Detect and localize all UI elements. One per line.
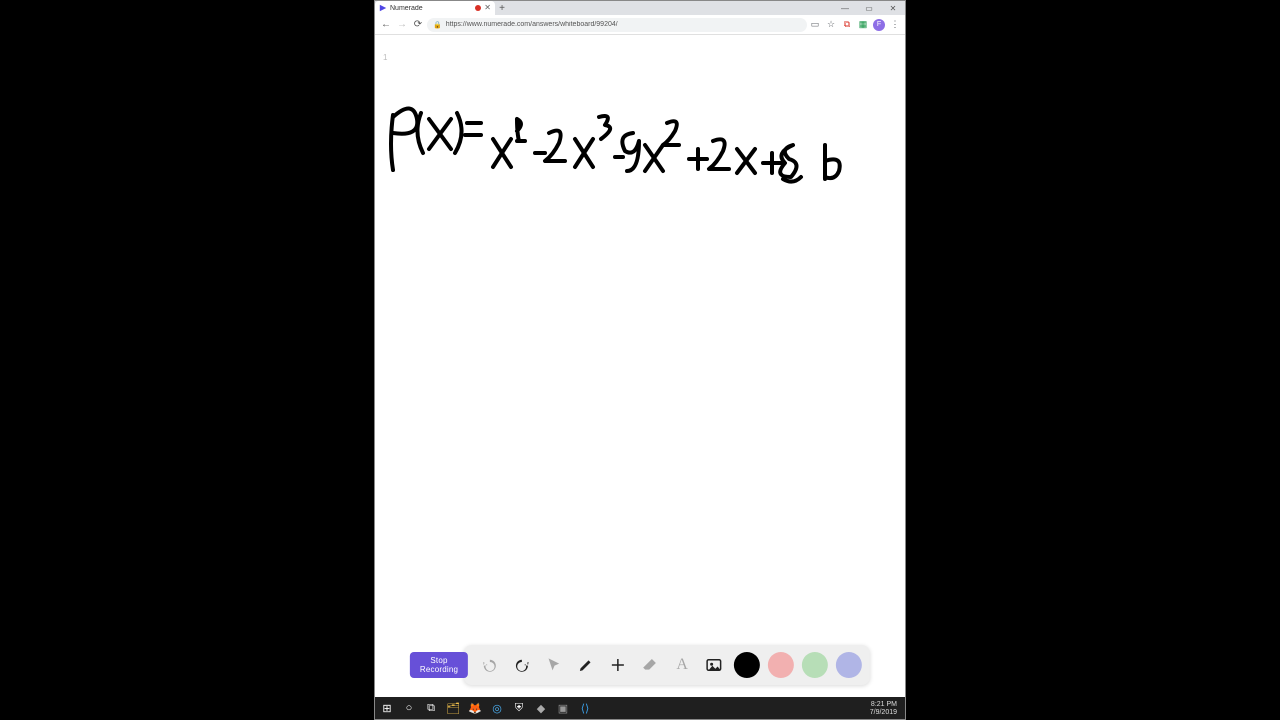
tray-date: 7/9/2019 xyxy=(870,709,897,716)
redo-button[interactable] xyxy=(510,653,534,677)
eraser-tool-icon[interactable] xyxy=(638,653,662,677)
color-swatch-blue[interactable] xyxy=(836,652,862,678)
browser-window: Numerade ✕ + — ▭ ✕ ← → ⟳ 🔒 https://www.n… xyxy=(374,0,906,720)
file-explorer-icon[interactable]: 🗂 xyxy=(445,700,461,716)
firefox-icon[interactable]: 🦊 xyxy=(467,700,483,716)
extension2-icon[interactable]: ▦ xyxy=(857,19,869,31)
whiteboard-toolbar-wrap: Stop Recording xyxy=(410,645,870,685)
pointer-tool-icon[interactable] xyxy=(542,653,566,677)
stop-recording-button[interactable]: Stop Recording xyxy=(410,652,468,678)
nav-back-button[interactable]: ← xyxy=(379,18,393,32)
address-bar-row: ← → ⟳ 🔒 https://www.numerade.com/answers… xyxy=(375,15,905,35)
tab-close-icon[interactable]: ✕ xyxy=(484,4,491,12)
pen-tool-icon[interactable] xyxy=(574,653,598,677)
window-controls: — ▭ ✕ xyxy=(833,1,905,15)
new-tab-button[interactable]: + xyxy=(495,1,509,15)
windows-taskbar: ⊞ ○ ⧉ 🗂 🦊 ◎ ⛨ ◆ ▣ ⟨⟩ 8:21 PM 7/9/2019 xyxy=(375,697,905,719)
whiteboard-toolbar: A xyxy=(464,645,870,685)
shield-app-icon[interactable]: ⛨ xyxy=(511,700,527,716)
window-close-button[interactable]: ✕ xyxy=(881,1,905,15)
system-tray[interactable]: 8:21 PM 7/9/2019 xyxy=(870,701,901,716)
tray-time: 8:21 PM xyxy=(871,701,897,708)
omnibox[interactable]: 🔒 https://www.numerade.com/answers/white… xyxy=(427,18,807,32)
page-number-label: 1 xyxy=(383,53,387,62)
window-minimize-button[interactable]: — xyxy=(833,1,857,15)
recording-indicator-icon xyxy=(475,5,481,11)
vscode-icon[interactable]: ⟨⟩ xyxy=(577,700,593,716)
nav-forward-button[interactable]: → xyxy=(395,18,409,32)
color-swatch-red[interactable] xyxy=(768,652,794,678)
taskview-button-icon[interactable]: ⧉ xyxy=(423,700,439,716)
omnibox-url: https://www.numerade.com/answers/whitebo… xyxy=(446,21,801,28)
image-tool-icon[interactable] xyxy=(702,653,726,677)
browser-tab[interactable]: Numerade ✕ xyxy=(375,1,495,15)
tab-title: Numerade xyxy=(390,5,472,12)
whiteboard-canvas[interactable]: 1 xyxy=(375,35,905,719)
profile-avatar[interactable]: F xyxy=(873,19,885,31)
app-diamond-icon[interactable]: ◆ xyxy=(533,700,549,716)
chrome-menu-button[interactable]: ⋮ xyxy=(889,19,901,31)
search-button-icon[interactable]: ○ xyxy=(401,700,417,716)
handwriting-svg xyxy=(375,75,905,215)
reader-icon[interactable]: ▭ xyxy=(809,19,821,31)
terminal-icon[interactable]: ▣ xyxy=(555,700,571,716)
lock-icon: 🔒 xyxy=(433,21,442,29)
address-extra-icons: ▭ ☆ ⧉ ▦ F ⋮ xyxy=(809,19,901,31)
start-button[interactable]: ⊞ xyxy=(379,700,395,716)
undo-button[interactable] xyxy=(478,653,502,677)
window-maximize-button[interactable]: ▭ xyxy=(857,1,881,15)
tab-strip: Numerade ✕ + — ▭ ✕ xyxy=(375,1,905,15)
color-swatch-black[interactable] xyxy=(734,652,760,678)
color-swatch-green[interactable] xyxy=(802,652,828,678)
nav-reload-button[interactable]: ⟳ xyxy=(411,18,425,32)
tab-favicon-numerade xyxy=(379,4,387,12)
extension-icon[interactable]: ⧉ xyxy=(841,19,853,31)
chrome-icon[interactable]: ◎ xyxy=(489,700,505,716)
add-tool-icon[interactable] xyxy=(606,653,630,677)
bookmark-star-icon[interactable]: ☆ xyxy=(825,19,837,31)
text-tool-icon[interactable]: A xyxy=(670,653,694,677)
